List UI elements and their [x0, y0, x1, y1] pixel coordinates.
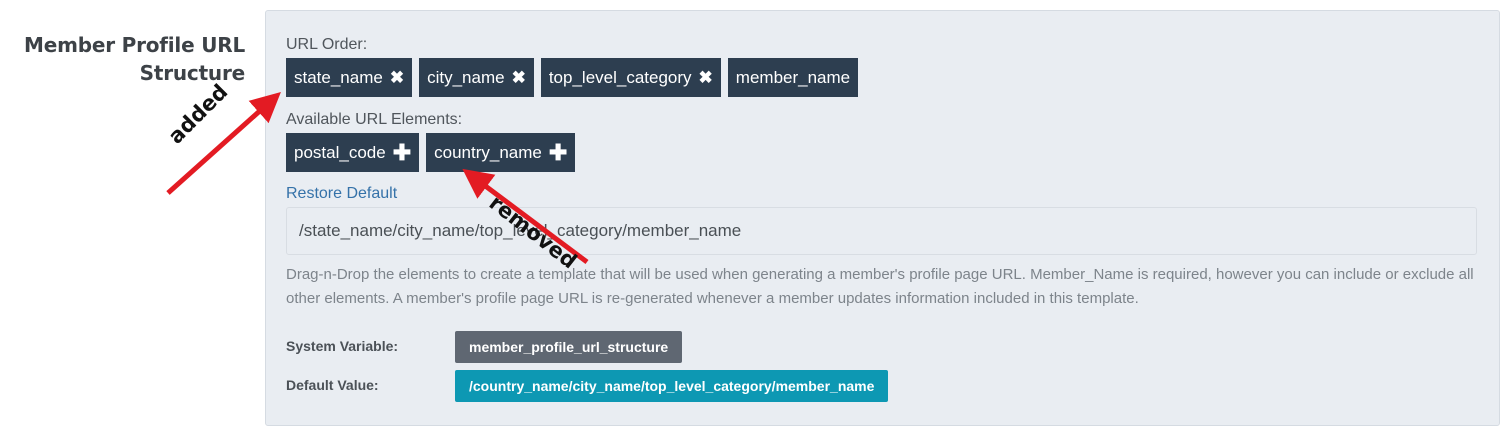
url-order-chip[interactable]: top_level_category ✖	[540, 58, 721, 97]
available-elements-label: Available URL Elements:	[286, 111, 463, 128]
help-text: Drag-n-Drop the elements to create a tem…	[286, 266, 1474, 307]
url-order-chip-label: state_name	[294, 67, 383, 87]
available-elements-list: postal_code ✚ country_name ✚	[286, 133, 576, 172]
url-order-chip-label: member_name	[735, 67, 851, 87]
system-variable-value: member_profile_url_structure	[469, 339, 669, 355]
system-variable-label: System Variable:	[286, 338, 399, 354]
default-value-badge: /country_name/city_name/top_level_catego…	[455, 370, 889, 402]
url-order-label: URL Order:	[286, 36, 368, 53]
available-element-chip-label: postal_code	[294, 142, 386, 162]
available-element-chip[interactable]: country_name ✚	[426, 133, 576, 172]
url-order-chip[interactable]: city_name ✖	[419, 58, 534, 97]
available-element-chip[interactable]: postal_code ✚	[286, 133, 420, 172]
url-order-chip-label: top_level_category	[548, 67, 692, 87]
available-element-chip-label: country_name	[434, 142, 542, 162]
default-value-value: /country_name/city_name/top_level_catego…	[469, 378, 875, 394]
add-icon[interactable]: ✚	[549, 141, 567, 164]
field-label: Member Profile URL Structure	[24, 33, 245, 85]
url-order-list: state_name ✖ city_name ✖ top_level_category ✖…	[286, 58, 859, 97]
restore-default-link[interactable]: Restore Default	[286, 185, 397, 203]
remove-icon[interactable]: ✖	[512, 69, 526, 86]
url-preview: /state_name/city_name/top_level_category…	[286, 207, 1477, 255]
add-icon[interactable]: ✚	[393, 141, 411, 164]
default-value-label: Default Value:	[286, 377, 379, 393]
added-annotation: added	[163, 79, 233, 149]
remove-icon[interactable]: ✖	[699, 69, 713, 86]
url-order-chip[interactable]: member_name	[727, 58, 859, 97]
url-order-chip-label: city_name	[427, 67, 505, 87]
system-variable-badge: member_profile_url_structure	[455, 331, 683, 363]
url-order-chip[interactable]: state_name ✖	[286, 58, 413, 97]
remove-icon[interactable]: ✖	[390, 69, 404, 86]
